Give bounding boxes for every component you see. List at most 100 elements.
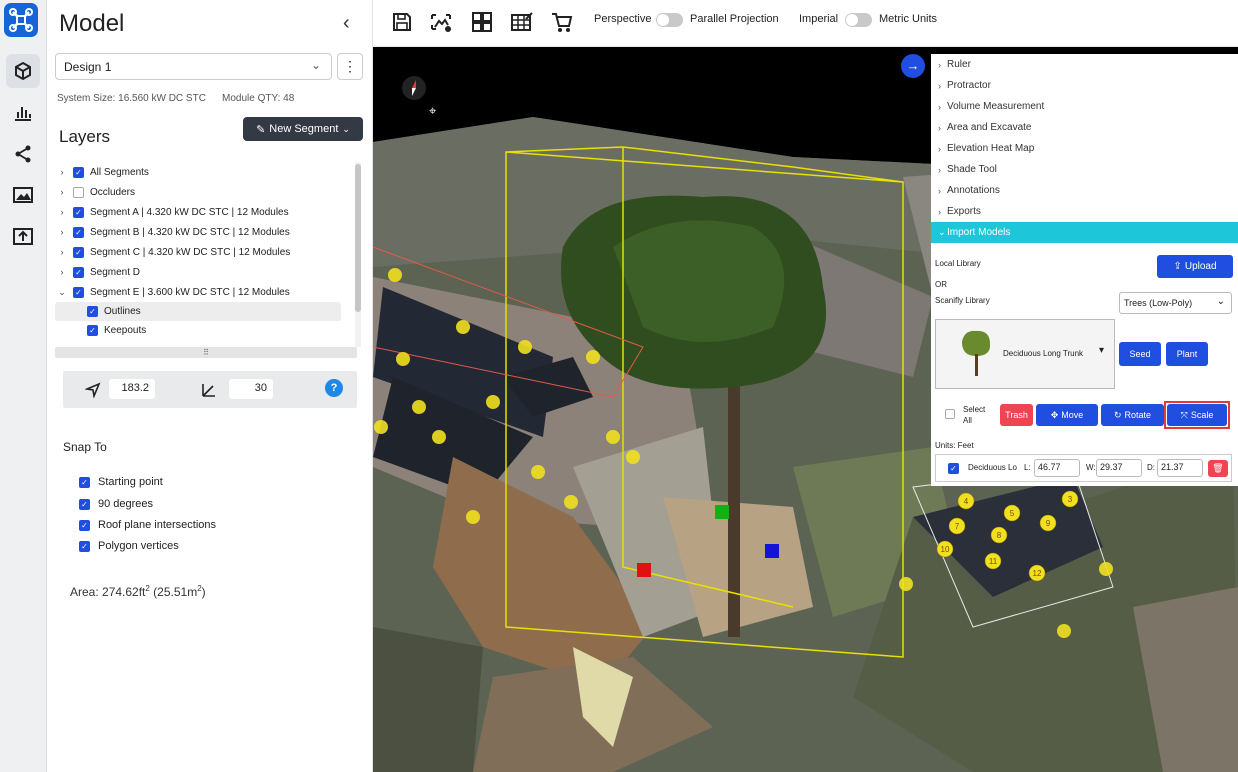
tool-label: Import Models [947, 227, 1011, 238]
resize-handle[interactable]: ⠿ [55, 347, 357, 358]
tool-item[interactable]: › Elevation Heat Map [931, 138, 1238, 159]
cube-icon[interactable] [6, 54, 40, 88]
expand-icon[interactable]: › [55, 167, 69, 177]
move-label: Move [1061, 410, 1084, 420]
tool-item[interactable]: › Annotations [931, 180, 1238, 201]
tool-item[interactable]: › Volume Measurement [931, 96, 1238, 117]
layer-label: Keepouts [104, 325, 147, 336]
move-icon: ✥ [1050, 409, 1059, 420]
delete-item-icon[interactable]: 🗑 [1208, 460, 1228, 477]
expand-icon[interactable]: ⌄ [55, 287, 69, 298]
rotate-button[interactable]: ↻ Rotate [1101, 404, 1164, 426]
layer-row[interactable]: › Occluders [55, 182, 355, 202]
upload-icon[interactable] [6, 219, 40, 253]
expand-icon[interactable]: › [55, 187, 69, 197]
upload-label: Upload [1184, 261, 1217, 272]
expand-icon[interactable]: › [55, 267, 69, 277]
layer-checkbox[interactable]: ✓ [73, 166, 84, 178]
units-toggle[interactable] [845, 13, 872, 27]
expand-icon[interactable]: › [55, 247, 69, 257]
image-icon[interactable] [6, 178, 40, 212]
model-item-row: ✓ Deciduous Lo L: 46.77 W: 29.37 D: 21.3… [935, 454, 1232, 482]
share-icon[interactable] [6, 137, 40, 171]
layer-checkbox[interactable]: ✓ [87, 306, 98, 317]
collapse-panel-icon[interactable]: ‹ [343, 12, 350, 35]
tool-item[interactable]: › Exports [931, 201, 1238, 222]
table-edit-icon[interactable] [509, 9, 535, 35]
item-checkbox[interactable]: ✓ [948, 463, 959, 474]
layer-subitem[interactable]: ✓ Keepouts [55, 321, 355, 340]
layer-subitem[interactable]: ✓ Outlines [55, 302, 341, 321]
layer-checkbox[interactable] [73, 186, 84, 198]
tool-item[interactable]: › Protractor [931, 75, 1238, 96]
select-all-checkbox[interactable] [945, 409, 955, 419]
move-button[interactable]: ✥ Move [1036, 404, 1098, 426]
depth-input[interactable]: 21.37 [1157, 459, 1203, 477]
layer-label: Segment D [90, 266, 141, 278]
length-input[interactable]: 46.77 [1034, 459, 1080, 477]
tool-item[interactable]: › Ruler [931, 54, 1238, 75]
layer-label: Occluders [90, 186, 136, 198]
pitch-icon [202, 384, 215, 397]
design-select-value: Design 1 [64, 60, 112, 74]
module-label: 8 [997, 531, 1002, 540]
layer-row[interactable]: › ✓ Segment A | 4.320 kW DC STC | 12 Modul… [55, 202, 355, 222]
design-select[interactable]: Design 1 ⌄ [55, 53, 332, 80]
expand-icon[interactable]: › [55, 207, 69, 217]
library-select-value: Trees (Low-Poly) [1124, 298, 1193, 308]
logo-icon[interactable] [4, 3, 38, 37]
chart-icon[interactable] [6, 95, 40, 129]
width-input[interactable]: 29.37 [1096, 459, 1142, 477]
grid-layout-icon[interactable] [469, 9, 495, 35]
save-icon[interactable] [389, 9, 415, 35]
layer-row[interactable]: › ✓ Segment D [55, 262, 355, 282]
collapse-tools-icon[interactable]: → [901, 54, 925, 78]
model-select[interactable]: Deciduous Long Trunk ▾ [935, 319, 1115, 389]
layer-row[interactable]: › ✓ Segment B | 4.320 kW DC STC | 12 Modul… [55, 222, 355, 242]
pitch-input[interactable]: 30 [229, 379, 273, 399]
crosshair-icon[interactable]: ⌖ [429, 104, 443, 118]
azimuth-input[interactable]: 183.2 [109, 379, 155, 399]
layer-scrollbar[interactable] [355, 162, 361, 347]
scale-button[interactable]: ⤧ Scale [1167, 404, 1227, 426]
compass-icon[interactable] [402, 76, 426, 100]
layer-checkbox[interactable]: ✓ [73, 246, 84, 258]
tool-item[interactable]: ⌄ Import Models [931, 222, 1238, 243]
image-edit-icon[interactable] [428, 9, 454, 35]
chevron-right-icon: › [938, 59, 941, 70]
upload-button[interactable]: ⇪ Upload [1157, 255, 1233, 278]
upload-icon: ⇪ [1173, 261, 1182, 272]
layer-row[interactable]: ⌄ ✓ Segment E | 3.600 kW DC STC | 12 Modul… [55, 282, 355, 302]
snap-90-degrees[interactable]: ✓ 90 degrees [79, 498, 153, 510]
layer-row[interactable]: › ✓ All Segments [55, 162, 355, 182]
perspective-label: Perspective [594, 13, 652, 25]
layer-checkbox[interactable]: ✓ [73, 206, 84, 218]
layer-checkbox[interactable]: ✓ [73, 266, 84, 278]
chevron-right-icon: › [938, 185, 941, 196]
help-button[interactable]: ? [325, 379, 343, 397]
layer-checkbox[interactable]: ✓ [87, 325, 98, 336]
system-size: System Size: 16.560 kW DC STC [57, 93, 206, 104]
chevron-right-icon: › [938, 164, 941, 175]
cart-icon[interactable] [549, 9, 575, 35]
azimuth-icon [85, 382, 101, 398]
layer-label: Segment E | 3.600 kW DC STC | 12 Modules [90, 286, 290, 298]
layer-checkbox[interactable]: ✓ [73, 226, 84, 238]
trash-button[interactable]: Trash [1000, 404, 1033, 426]
tool-item[interactable]: › Area and Excavate [931, 117, 1238, 138]
snap-polygon-vertices[interactable]: ✓ Polygon vertices [79, 540, 179, 552]
new-segment-button[interactable]: ✎ New Segment ⌄ [243, 117, 363, 141]
snap-roof-intersections[interactable]: ✓ Roof plane intersections [79, 519, 216, 531]
tool-item[interactable]: › Shade Tool [931, 159, 1238, 180]
plant-button[interactable]: Plant [1166, 342, 1208, 366]
layer-row[interactable]: › ✓ Segment C | 4.320 kW DC STC | 12 Modul… [55, 242, 355, 262]
design-menu-button[interactable]: ⋮ [337, 53, 363, 80]
library-select[interactable]: Trees (Low-Poly) ⌄ [1119, 292, 1232, 314]
layer-checkbox[interactable]: ✓ [73, 286, 84, 298]
projection-toggle[interactable] [656, 13, 683, 27]
3d-viewport[interactable]: 4 5 3 7 8 9 10 11 12 ⌖ → › Ruler › Protract… [373, 47, 1238, 772]
expand-icon[interactable]: › [55, 227, 69, 237]
seed-button[interactable]: Seed [1119, 342, 1161, 366]
chevron-down-icon: ⌄ [938, 227, 946, 237]
snap-starting-point[interactable]: ✓ Starting point [79, 476, 163, 488]
